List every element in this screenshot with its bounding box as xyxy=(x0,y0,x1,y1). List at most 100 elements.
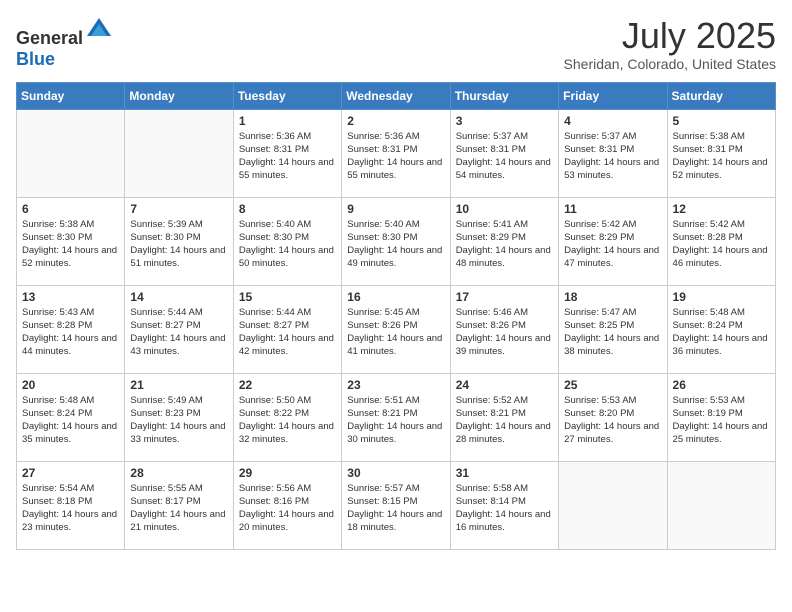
day-number: 20 xyxy=(22,378,119,392)
logo-text: General Blue xyxy=(16,16,113,70)
day-info: Sunrise: 5:56 AM Sunset: 8:16 PM Dayligh… xyxy=(239,482,336,535)
day-info: Sunrise: 5:58 AM Sunset: 8:14 PM Dayligh… xyxy=(456,482,553,535)
day-number: 14 xyxy=(130,290,227,304)
day-number: 4 xyxy=(564,114,661,128)
day-number: 2 xyxy=(347,114,444,128)
calendar-cell: 9 Sunrise: 5:40 AM Sunset: 8:30 PM Daylig… xyxy=(342,197,450,285)
calendar-cell: 18 Sunrise: 5:47 AM Sunset: 8:25 PM Dayli… xyxy=(559,285,667,373)
day-number: 22 xyxy=(239,378,336,392)
calendar-cell xyxy=(17,109,125,197)
day-info: Sunrise: 5:50 AM Sunset: 8:22 PM Dayligh… xyxy=(239,394,336,447)
calendar-cell: 10 Sunrise: 5:41 AM Sunset: 8:29 PM Dayli… xyxy=(450,197,558,285)
calendar-cell: 6Sunrise: 5:38 AM Sunset: 8:30 PM Daylig… xyxy=(17,197,125,285)
calendar-cell: 7 Sunrise: 5:39 AM Sunset: 8:30 PM Daylig… xyxy=(125,197,233,285)
logo-general: General xyxy=(16,28,83,48)
day-number: 24 xyxy=(456,378,553,392)
calendar-cell: 26 Sunrise: 5:53 AM Sunset: 8:19 PM Dayli… xyxy=(667,373,775,461)
calendar-cell: 21 Sunrise: 5:49 AM Sunset: 8:23 PM Dayli… xyxy=(125,373,233,461)
day-number: 11 xyxy=(564,202,661,216)
calendar-cell: 17 Sunrise: 5:46 AM Sunset: 8:26 PM Dayli… xyxy=(450,285,558,373)
calendar-cell xyxy=(667,461,775,549)
calendar-header-row: SundayMondayTuesdayWednesdayThursdayFrid… xyxy=(17,82,776,109)
calendar-weekday-friday: Friday xyxy=(559,82,667,109)
calendar-cell: 29 Sunrise: 5:56 AM Sunset: 8:16 PM Dayli… xyxy=(233,461,341,549)
day-info: Sunrise: 5:51 AM Sunset: 8:21 PM Dayligh… xyxy=(347,394,444,447)
calendar-cell xyxy=(559,461,667,549)
calendar-cell: 16 Sunrise: 5:45 AM Sunset: 8:26 PM Dayli… xyxy=(342,285,450,373)
day-number: 7 xyxy=(130,202,227,216)
calendar-cell: 11 Sunrise: 5:42 AM Sunset: 8:29 PM Dayli… xyxy=(559,197,667,285)
calendar-week-row: 13Sunrise: 5:43 AM Sunset: 8:28 PM Dayli… xyxy=(17,285,776,373)
calendar-table: SundayMondayTuesdayWednesdayThursdayFrid… xyxy=(16,82,776,550)
day-number: 9 xyxy=(347,202,444,216)
day-number: 16 xyxy=(347,290,444,304)
day-info: Sunrise: 5:40 AM Sunset: 8:30 PM Dayligh… xyxy=(347,218,444,271)
calendar-cell: 2 Sunrise: 5:36 AM Sunset: 8:31 PM Daylig… xyxy=(342,109,450,197)
day-info: Sunrise: 5:38 AM Sunset: 8:31 PM Dayligh… xyxy=(673,130,770,183)
calendar-cell: 30Sunrise: 5:57 AM Sunset: 8:15 PM Dayli… xyxy=(342,461,450,549)
day-info: Sunrise: 5:39 AM Sunset: 8:30 PM Dayligh… xyxy=(130,218,227,271)
day-number: 21 xyxy=(130,378,227,392)
day-number: 12 xyxy=(673,202,770,216)
day-info: Sunrise: 5:55 AM Sunset: 8:17 PM Dayligh… xyxy=(130,482,227,535)
day-info: Sunrise: 5:47 AM Sunset: 8:25 PM Dayligh… xyxy=(564,306,661,359)
calendar-cell: 19Sunrise: 5:48 AM Sunset: 8:24 PM Dayli… xyxy=(667,285,775,373)
day-number: 10 xyxy=(456,202,553,216)
day-info: Sunrise: 5:40 AM Sunset: 8:30 PM Dayligh… xyxy=(239,218,336,271)
calendar-cell: 12Sunrise: 5:42 AM Sunset: 8:28 PM Dayli… xyxy=(667,197,775,285)
calendar-weekday-saturday: Saturday xyxy=(667,82,775,109)
day-info: Sunrise: 5:46 AM Sunset: 8:26 PM Dayligh… xyxy=(456,306,553,359)
day-number: 1 xyxy=(239,114,336,128)
month-title: July 2025 xyxy=(564,16,776,56)
calendar-cell: 15Sunrise: 5:44 AM Sunset: 8:27 PM Dayli… xyxy=(233,285,341,373)
day-info: Sunrise: 5:57 AM Sunset: 8:15 PM Dayligh… xyxy=(347,482,444,535)
calendar-cell xyxy=(125,109,233,197)
calendar-cell: 14 Sunrise: 5:44 AM Sunset: 8:27 PM Dayli… xyxy=(125,285,233,373)
logo-blue: Blue xyxy=(16,49,55,69)
day-info: Sunrise: 5:49 AM Sunset: 8:23 PM Dayligh… xyxy=(130,394,227,447)
calendar-cell: 8 Sunrise: 5:40 AM Sunset: 8:30 PM Daylig… xyxy=(233,197,341,285)
day-info: Sunrise: 5:36 AM Sunset: 8:31 PM Dayligh… xyxy=(239,130,336,183)
day-number: 29 xyxy=(239,466,336,480)
calendar-weekday-thursday: Thursday xyxy=(450,82,558,109)
day-info: Sunrise: 5:42 AM Sunset: 8:29 PM Dayligh… xyxy=(564,218,661,271)
day-number: 8 xyxy=(239,202,336,216)
day-info: Sunrise: 5:38 AM Sunset: 8:30 PM Dayligh… xyxy=(22,218,119,271)
day-info: Sunrise: 5:37 AM Sunset: 8:31 PM Dayligh… xyxy=(564,130,661,183)
day-info: Sunrise: 5:52 AM Sunset: 8:21 PM Dayligh… xyxy=(456,394,553,447)
calendar-cell: 3Sunrise: 5:37 AM Sunset: 8:31 PM Daylig… xyxy=(450,109,558,197)
calendar-cell: 13Sunrise: 5:43 AM Sunset: 8:28 PM Dayli… xyxy=(17,285,125,373)
day-info: Sunrise: 5:53 AM Sunset: 8:20 PM Dayligh… xyxy=(564,394,661,447)
day-number: 25 xyxy=(564,378,661,392)
calendar-cell: 25 Sunrise: 5:53 AM Sunset: 8:20 PM Dayli… xyxy=(559,373,667,461)
calendar-week-row: 20 Sunrise: 5:48 AM Sunset: 8:24 PM Dayli… xyxy=(17,373,776,461)
day-number: 19 xyxy=(673,290,770,304)
day-number: 23 xyxy=(347,378,444,392)
day-number: 17 xyxy=(456,290,553,304)
calendar-weekday-monday: Monday xyxy=(125,82,233,109)
calendar-weekday-sunday: Sunday xyxy=(17,82,125,109)
day-info: Sunrise: 5:41 AM Sunset: 8:29 PM Dayligh… xyxy=(456,218,553,271)
calendar-weekday-tuesday: Tuesday xyxy=(233,82,341,109)
calendar-cell: 22 Sunrise: 5:50 AM Sunset: 8:22 PM Dayli… xyxy=(233,373,341,461)
day-number: 18 xyxy=(564,290,661,304)
day-info: Sunrise: 5:48 AM Sunset: 8:24 PM Dayligh… xyxy=(22,394,119,447)
calendar-cell: 20 Sunrise: 5:48 AM Sunset: 8:24 PM Dayli… xyxy=(17,373,125,461)
day-info: Sunrise: 5:53 AM Sunset: 8:19 PM Dayligh… xyxy=(673,394,770,447)
day-number: 31 xyxy=(456,466,553,480)
day-number: 26 xyxy=(673,378,770,392)
title-block: July 2025 Sheridan, Colorado, United Sta… xyxy=(564,16,776,72)
logo: General Blue xyxy=(16,16,113,70)
location-title: Sheridan, Colorado, United States xyxy=(564,56,776,72)
calendar-week-row: 1 Sunrise: 5:36 AM Sunset: 8:31 PM Daylig… xyxy=(17,109,776,197)
day-info: Sunrise: 5:37 AM Sunset: 8:31 PM Dayligh… xyxy=(456,130,553,183)
calendar-week-row: 27Sunrise: 5:54 AM Sunset: 8:18 PM Dayli… xyxy=(17,461,776,549)
day-info: Sunrise: 5:45 AM Sunset: 8:26 PM Dayligh… xyxy=(347,306,444,359)
day-number: 28 xyxy=(130,466,227,480)
calendar-cell: 27Sunrise: 5:54 AM Sunset: 8:18 PM Dayli… xyxy=(17,461,125,549)
day-info: Sunrise: 5:36 AM Sunset: 8:31 PM Dayligh… xyxy=(347,130,444,183)
day-number: 27 xyxy=(22,466,119,480)
day-number: 13 xyxy=(22,290,119,304)
calendar-cell: 24 Sunrise: 5:52 AM Sunset: 8:21 PM Dayli… xyxy=(450,373,558,461)
day-info: Sunrise: 5:44 AM Sunset: 8:27 PM Dayligh… xyxy=(130,306,227,359)
